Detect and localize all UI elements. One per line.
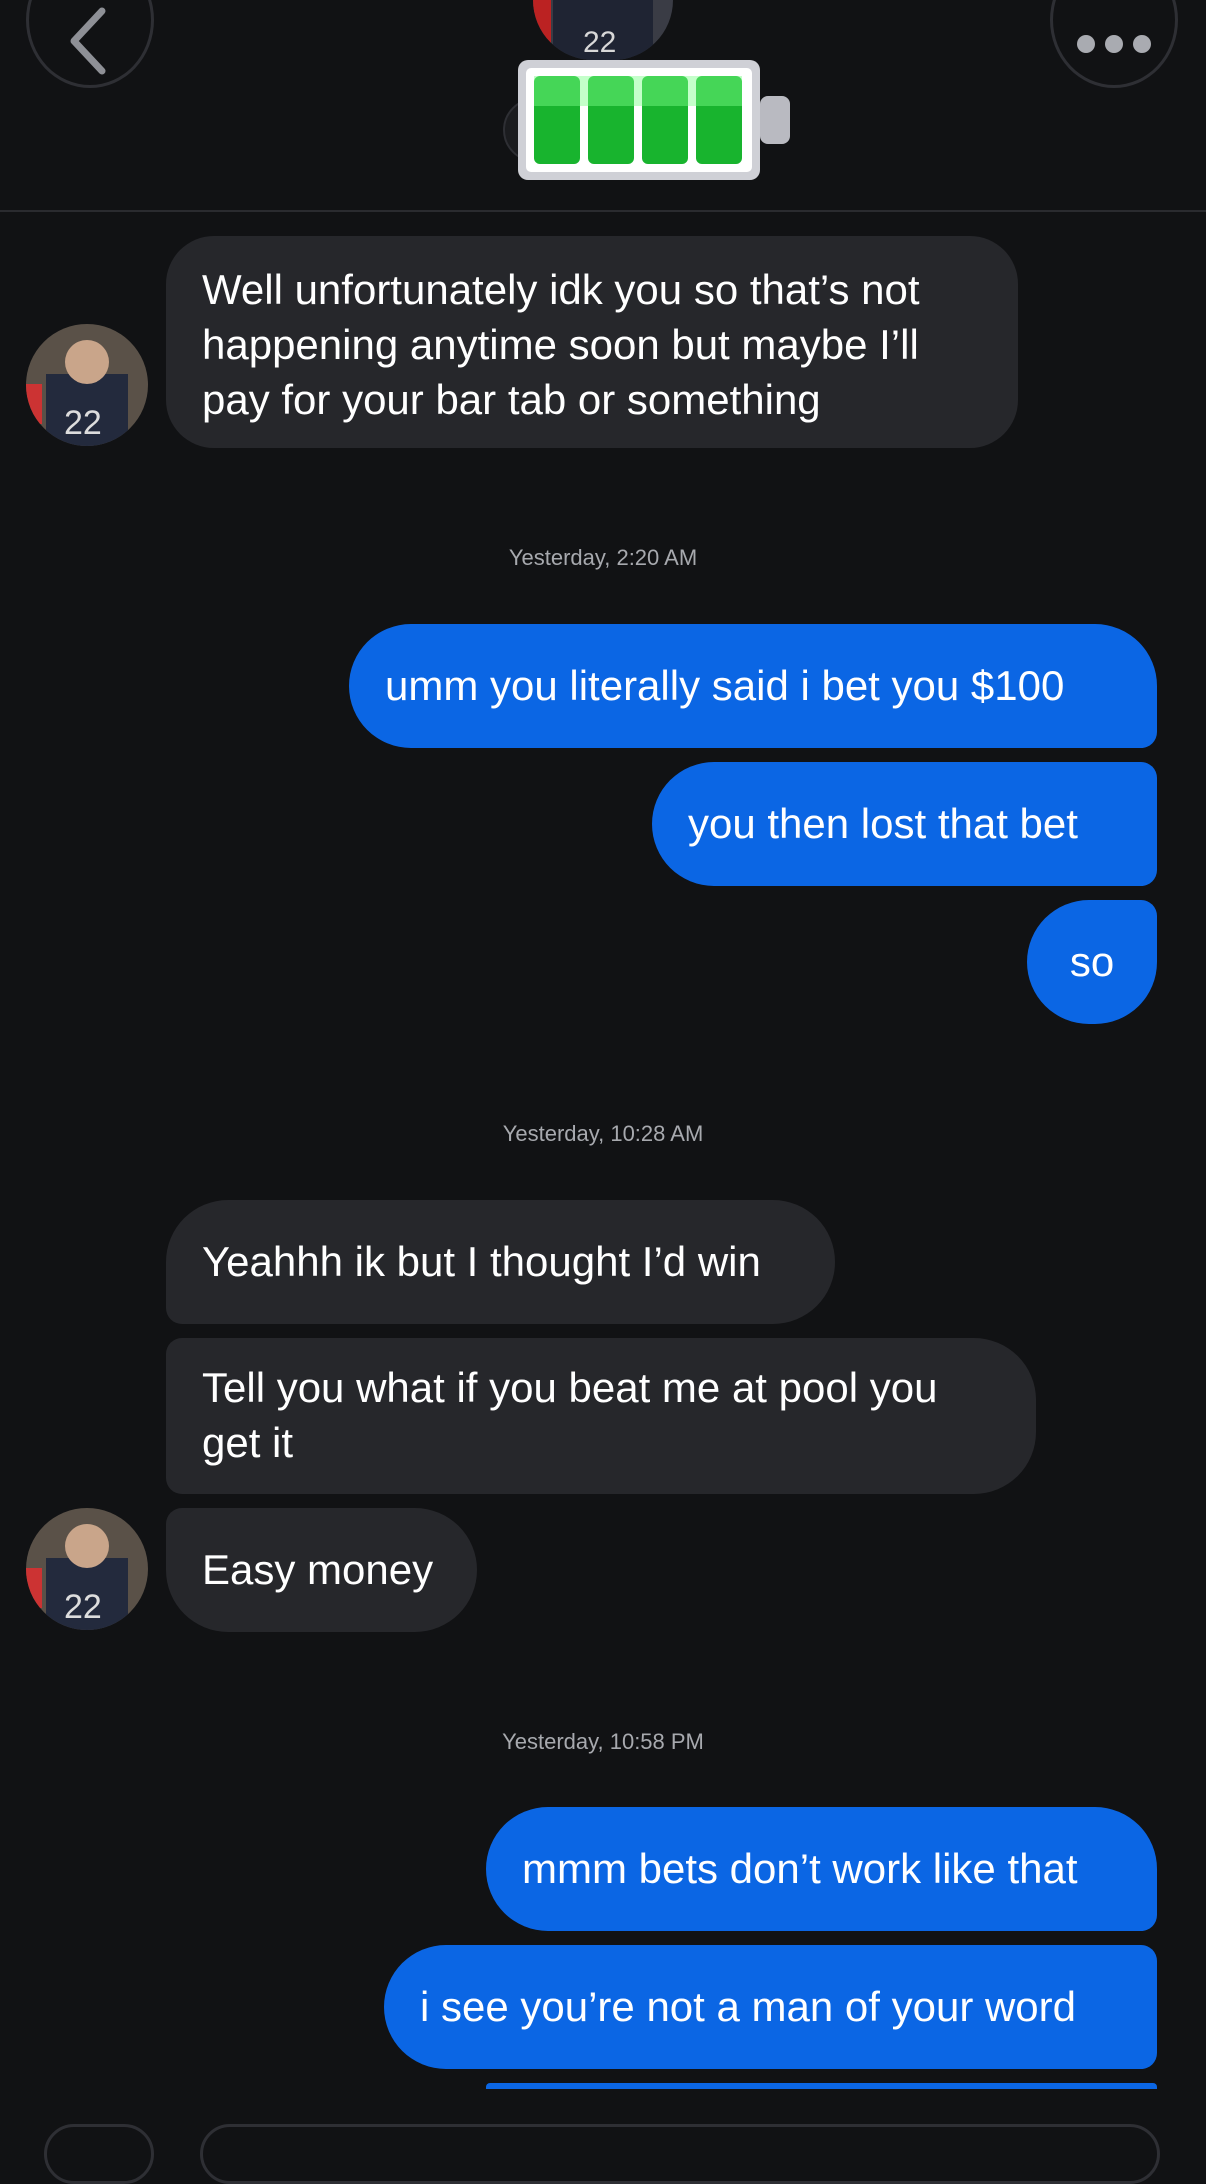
outgoing-message-partial	[486, 2083, 1157, 2089]
svg-text:22: 22	[64, 1588, 102, 1626]
message-input[interactable]	[200, 2124, 1160, 2184]
incoming-message[interactable]: Easy money	[166, 1508, 477, 1632]
composer-add-button[interactable]	[44, 2124, 154, 2184]
chevron-left-icon	[70, 7, 106, 75]
incoming-message[interactable]: Well unfortunately idk you so that’s not…	[166, 236, 1018, 448]
back-button[interactable]	[26, 0, 154, 88]
message-line: happening anytime soon but maybe I’ll	[202, 321, 919, 368]
message-line: pay for your bar tab or something	[202, 376, 821, 423]
contact-avatar-small[interactable]: 22	[26, 1508, 148, 1630]
outgoing-message[interactable]: you then lost that bet	[652, 762, 1157, 886]
chat-header: 22	[0, 0, 1206, 212]
more-button[interactable]	[1050, 0, 1178, 88]
message-line: Tell you what if you beat me at pool you	[202, 1364, 938, 1411]
timestamp: Yesterday, 10:28 AM	[502, 1121, 704, 1146]
message-line: Easy money	[202, 1546, 434, 1593]
message-line: Yeahhh ik but I thought I’d win	[202, 1238, 761, 1285]
svg-text:22: 22	[64, 404, 102, 442]
incoming-message[interactable]: Tell you what if you beat me at pool you…	[166, 1338, 1036, 1494]
more-dots-icon	[1077, 35, 1151, 53]
timestamp: Yesterday, 10:58 PM	[502, 1729, 704, 1754]
timestamp: Yesterday, 2:20 AM	[508, 545, 698, 570]
composer-bar	[0, 2110, 1206, 2184]
message-line: so	[1069, 938, 1115, 985]
incoming-message[interactable]: Yeahhh ik but I thought I’d win	[166, 1200, 835, 1324]
outgoing-message[interactable]: so	[1027, 900, 1157, 1024]
contact-avatar-small[interactable]: 22	[26, 324, 148, 446]
message-line: you then lost that bet	[688, 800, 1078, 847]
message-line: i see you’re not a man of your word	[420, 1983, 1077, 2030]
battery-full-icon	[518, 60, 790, 180]
message-line: umm you literally said i bet you $100	[385, 662, 1065, 709]
message-line: mmm bets don’t work like that	[522, 1845, 1078, 1892]
svg-text:22: 22	[583, 26, 616, 59]
outgoing-message[interactable]: mmm bets don’t work like that	[486, 1807, 1157, 1931]
contact-avatar[interactable]: 22	[533, 0, 673, 60]
message-line: get it	[202, 1419, 294, 1466]
outgoing-message[interactable]: umm you literally said i bet you $100	[349, 624, 1157, 748]
message-line: Well unfortunately idk you so that’s not	[202, 266, 920, 313]
outgoing-message[interactable]: i see you’re not a man of your word	[384, 1945, 1157, 2069]
